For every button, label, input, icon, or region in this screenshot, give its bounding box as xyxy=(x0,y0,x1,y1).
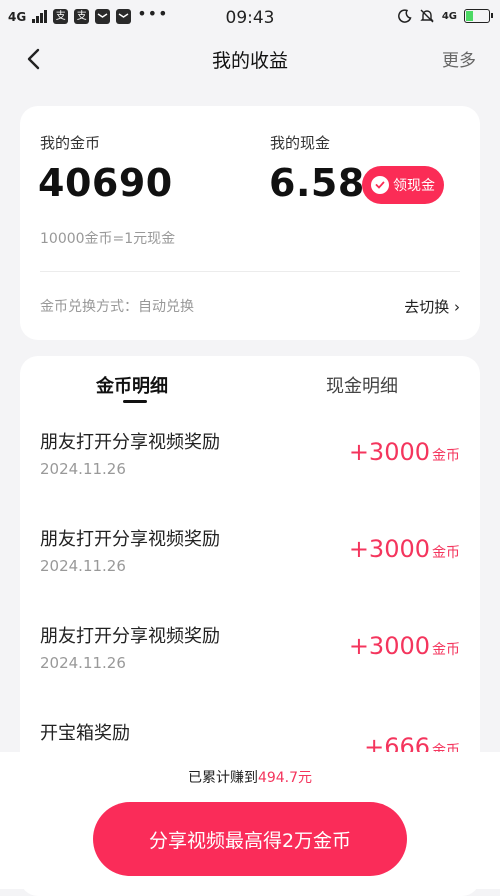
record-amount-value: +3000 xyxy=(348,535,430,563)
record-amount-unit: 金币 xyxy=(432,448,460,464)
record-amount-unit: 金币 xyxy=(432,545,460,561)
switch-mode-link[interactable]: 去切换 › xyxy=(404,296,460,317)
exchange-rate: 10000金币=1元现金 xyxy=(40,231,176,247)
record-amount-unit: 金币 xyxy=(432,642,460,658)
record-date: 2024.11.26 xyxy=(40,460,126,478)
total-earned-label: 已累计赚到 xyxy=(187,770,258,786)
withdraw-cash-button[interactable]: 领现金 xyxy=(362,166,444,204)
coins-value: 40690 xyxy=(38,161,173,205)
tab-coin-details[interactable]: 金币明细 xyxy=(96,372,168,398)
mute-icon xyxy=(419,8,435,24)
record-amount: +3000 金币 xyxy=(349,535,460,563)
record-amount: +3000 金币 xyxy=(349,632,460,660)
list-item: 朋友打开分享视频奖励 2024.11.26 +3000 金币 xyxy=(20,525,480,621)
record-amount-value: +3000 xyxy=(348,632,430,660)
earnings-summary-card: 我的金币 40690 我的现金 6.58 领现金 10000金币=1元现金 金币… xyxy=(20,106,480,340)
status-bar: 4G 支 支 ••• 09:43 4G xyxy=(0,0,500,36)
record-date: 2024.11.26 xyxy=(40,557,126,575)
list-item: 朋友打开分享视频奖励 2024.11.26 +3000 金币 xyxy=(20,622,480,718)
record-title: 朋友打开分享视频奖励 xyxy=(40,432,220,453)
coins-label: 我的金币 xyxy=(40,134,101,152)
moon-icon xyxy=(397,9,412,23)
record-title: 朋友打开分享视频奖励 xyxy=(40,626,220,647)
record-amount: +3000 金币 xyxy=(349,438,460,466)
tab-cash-details[interactable]: 现金明细 xyxy=(326,372,398,398)
cash-value: 6.58 xyxy=(269,161,365,205)
total-earned: 已累计赚到494.7元 xyxy=(0,767,500,787)
bottom-bar: 已累计赚到494.7元 分享视频最高得2万金币 xyxy=(0,752,500,889)
exchange-mode: 金币兑换方式：自动兑换 xyxy=(40,299,194,315)
battery-icon xyxy=(464,9,493,23)
total-earned-value: 494.7元 xyxy=(257,770,313,786)
divider xyxy=(40,271,460,272)
withdraw-cash-label: 领现金 xyxy=(393,178,435,194)
page-title: 我的收益 xyxy=(211,50,288,72)
check-icon xyxy=(371,176,389,194)
more-button[interactable]: 更多 xyxy=(442,46,476,71)
nav-bar: 我的收益 更多 xyxy=(0,36,500,80)
record-title: 开宝箱奖励 xyxy=(40,723,130,744)
record-amount-value: +3000 xyxy=(348,438,430,466)
record-date: 2024.11.26 xyxy=(40,654,126,672)
list-item: 朋友打开分享视频奖励 2024.11.26 +3000 金币 xyxy=(20,428,480,524)
share-video-button[interactable]: 分享视频最高得2万金币 xyxy=(93,802,407,876)
active-tab-indicator xyxy=(123,400,147,403)
record-title: 朋友打开分享视频奖励 xyxy=(40,529,220,550)
status-right: 4G xyxy=(397,8,493,24)
cash-label: 我的现金 xyxy=(270,134,331,152)
network-type-right: 4G xyxy=(441,10,457,22)
